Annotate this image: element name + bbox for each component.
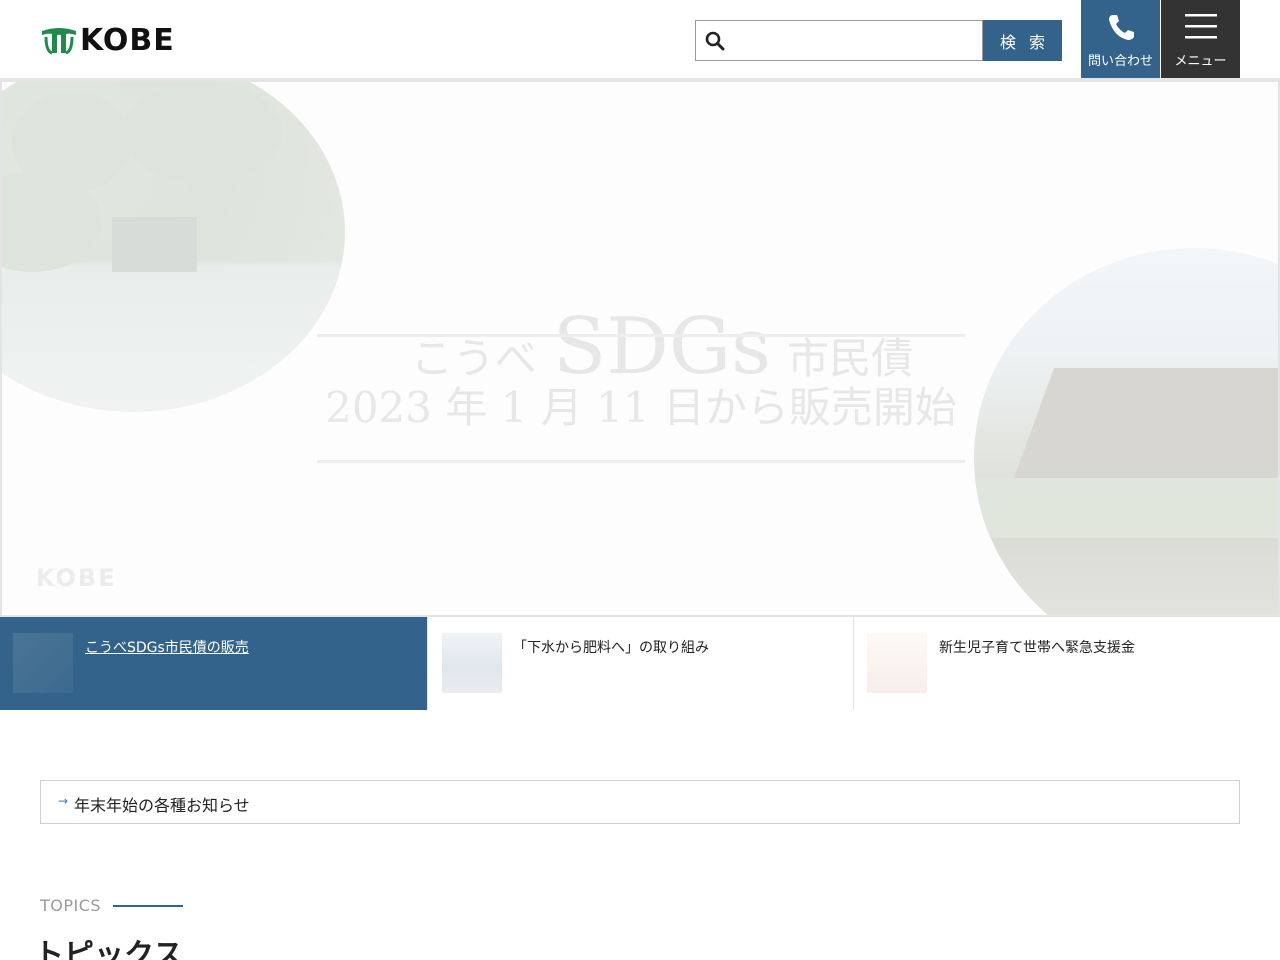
feature-label: 新生児子育て世帯へ緊急支援金 bbox=[939, 640, 1135, 656]
arrow-right-icon: → bbox=[58, 794, 69, 808]
notice-label: 年末年始の各種お知らせ bbox=[74, 796, 250, 815]
topics-heading: トピックス bbox=[34, 938, 184, 960]
logo-text: KOBE bbox=[80, 23, 175, 58]
hamburger-menu-icon bbox=[1185, 14, 1217, 39]
feature-tab-sewage-fertilizer[interactable]: 「下水から肥料へ」の取り組み bbox=[427, 617, 853, 710]
hero-divider-top bbox=[317, 334, 965, 337]
site-header: KOBE 検 索 問い合わせ メニュー bbox=[0, 0, 1280, 80]
notice-link[interactable]: → 年末年始の各種お知らせ bbox=[40, 780, 1240, 824]
kobe-emblem-icon bbox=[42, 28, 76, 55]
topics-divider bbox=[113, 905, 183, 907]
menu-label: メニュー bbox=[1174, 54, 1227, 69]
feature-label: こうべSDGs市民債の販売 bbox=[85, 640, 249, 656]
feature-tab-newborn-support[interactable]: 新生児子育て世帯へ緊急支援金 bbox=[853, 617, 1280, 710]
contact-button[interactable]: 問い合わせ bbox=[1081, 0, 1160, 78]
phone-icon bbox=[1109, 15, 1134, 40]
contact-label: 問い合わせ bbox=[1087, 54, 1153, 69]
hero-photo-left bbox=[2, 82, 345, 412]
search-input[interactable] bbox=[732, 25, 976, 56]
feature-thumbnail bbox=[442, 633, 502, 693]
search-button[interactable]: 検 索 bbox=[983, 20, 1062, 61]
feature-tabs: こうべSDGs市民債の販売 「下水から肥料へ」の取り組み 新生児子育て世帯へ緊急… bbox=[0, 617, 1280, 710]
feature-tab-sdgs-bond[interactable]: こうべSDGs市民債の販売 bbox=[0, 617, 427, 710]
hero-subtitle: 2023 年 1 月 11 日から販売開始 bbox=[325, 383, 957, 432]
hero-logo: KOBE bbox=[36, 564, 117, 592]
hero-photo-right bbox=[974, 248, 1278, 615]
feature-thumbnail bbox=[13, 633, 73, 693]
search-icon bbox=[705, 31, 725, 51]
topics-en-heading: TOPICS bbox=[40, 896, 102, 915]
hero-banner[interactable]: こうべ SDGs 市民債 2023 年 1 月 11 日から販売開始 KOBE bbox=[0, 80, 1280, 617]
kobe-logo[interactable]: KOBE bbox=[40, 24, 175, 58]
hero-divider-bottom bbox=[317, 460, 965, 463]
search-box bbox=[695, 20, 983, 61]
feature-label: 「下水から肥料へ」の取り組み bbox=[513, 640, 709, 656]
feature-thumbnail bbox=[867, 633, 927, 693]
menu-button[interactable]: メニュー bbox=[1161, 0, 1240, 78]
